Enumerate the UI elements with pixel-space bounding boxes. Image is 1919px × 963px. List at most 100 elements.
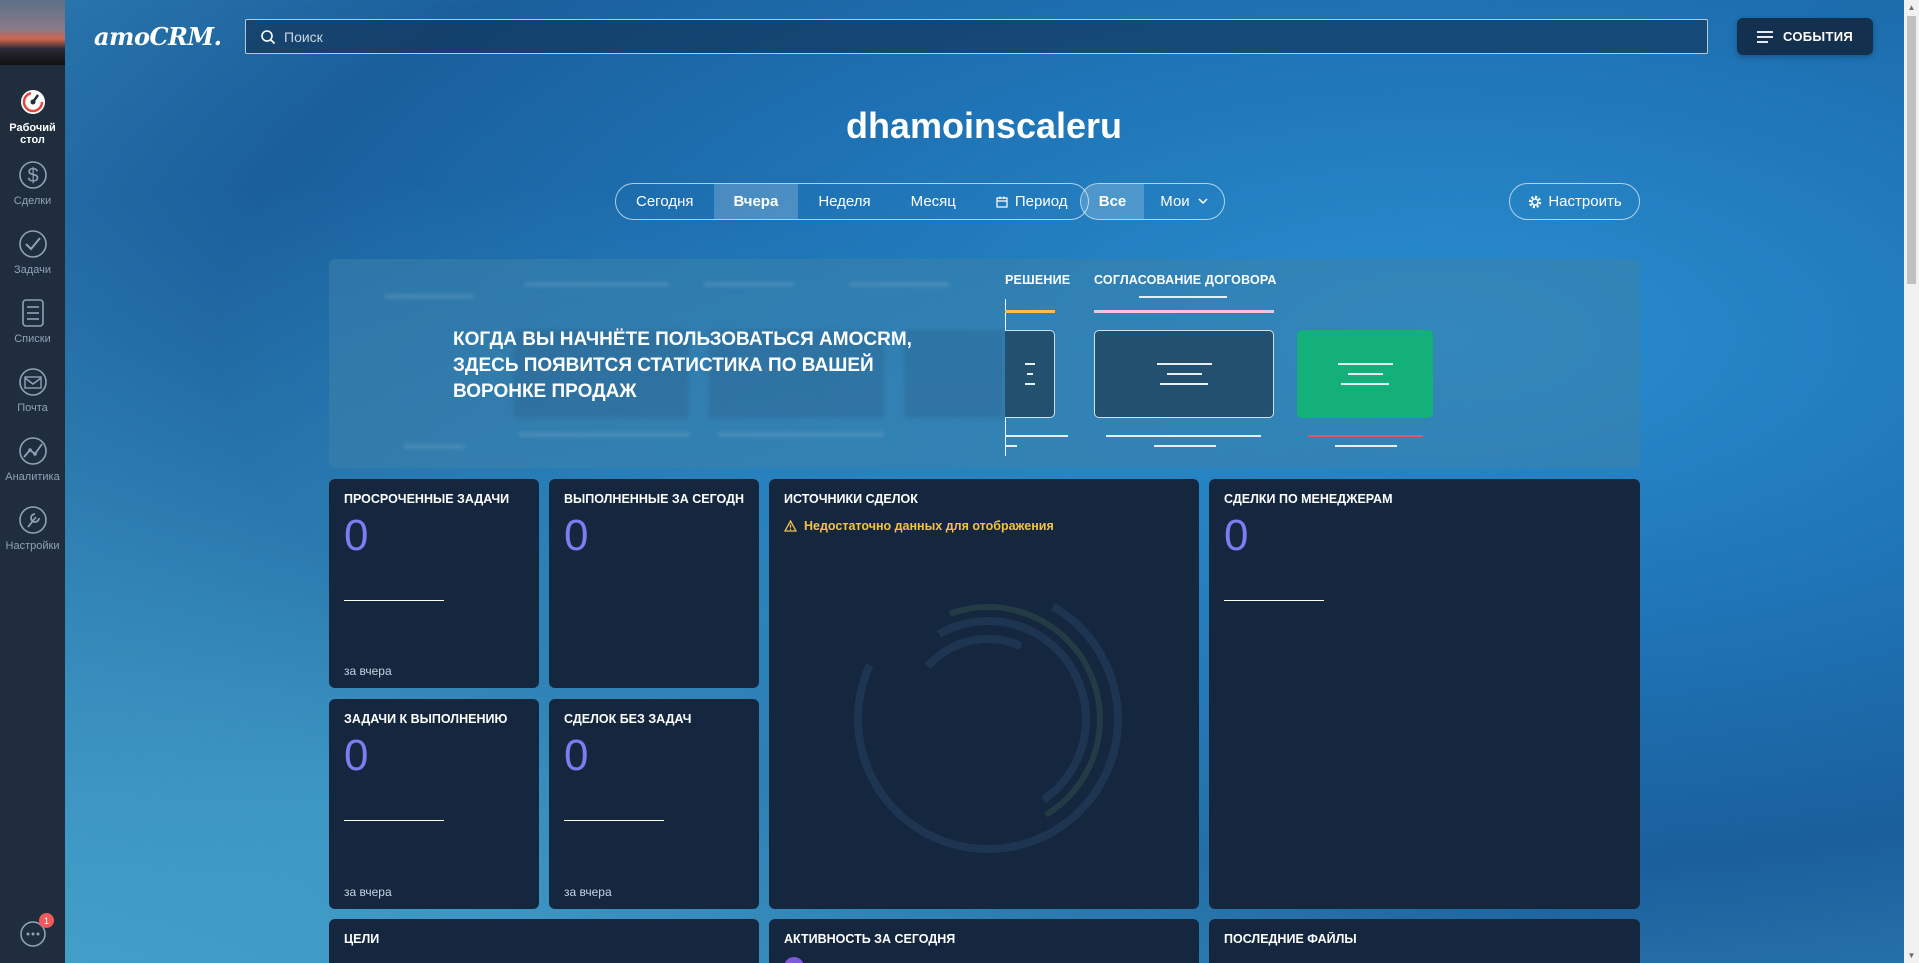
widget-done-today[interactable]: Выполненные за сегодня 0 <box>549 479 759 688</box>
scrollbar-thumb[interactable] <box>1907 16 1916 284</box>
insufficient-data-warning: Недостаточно данных для отображения <box>784 519 1184 533</box>
setup-label: Настроить <box>1548 193 1622 210</box>
sidebar-item-label: Списки <box>14 333 51 345</box>
sidebar-item-label: Сделки <box>13 195 52 207</box>
widget-title: Просроченные задачи <box>344 492 510 506</box>
page-title: dhamoinscaleru <box>845 105 1123 146</box>
stage-card-won[interactable] <box>1297 330 1433 418</box>
stage-card-decision[interactable] <box>1005 330 1055 418</box>
period-custom-label: Период <box>1014 193 1068 210</box>
sidebar-item-label: Почта <box>17 402 48 414</box>
analytics-icon <box>16 434 50 468</box>
period-week[interactable]: Неделя <box>798 184 890 219</box>
widget-divider <box>564 820 664 821</box>
stage-underline-decision-short <box>1005 445 1017 447</box>
period-today[interactable]: Сегодня <box>616 184 714 219</box>
list-icon <box>16 296 50 330</box>
stage-underline-contract-short <box>1154 445 1216 447</box>
widget-overdue-tasks[interactable]: Просроченные задачи 0 за вчера <box>329 479 539 688</box>
widget-tasks-to-do[interactable]: Задачи к выполнению 0 за вчера <box>329 699 539 909</box>
stage-bar-contract <box>1094 310 1274 313</box>
stage-label-underline <box>1139 296 1227 298</box>
widget-title: Последние файлы <box>1224 932 1357 946</box>
wrench-icon <box>16 503 50 537</box>
warning-icon <box>784 520 797 532</box>
widget-title: Сделки по менеджерам <box>1224 492 1393 506</box>
amocrm-logo[interactable]: amoCRM. <box>94 22 222 51</box>
stage-card-contract[interactable] <box>1094 330 1274 418</box>
widget-divider <box>344 600 444 601</box>
sidebar-item-deals[interactable]: $ Сделки <box>0 152 65 207</box>
widget-title: Выполненные за сегодня <box>564 492 744 506</box>
dollar-icon: $ <box>16 158 50 192</box>
gear-icon <box>1527 194 1543 210</box>
empty-donut-chart <box>854 585 1122 853</box>
svg-text:$: $ <box>27 165 38 187</box>
period-filter: Сегодня Вчера Неделя Месяц Период <box>615 183 1089 220</box>
widget-title: Сделок без задач <box>564 712 692 726</box>
events-label: СОБЫТИЯ <box>1783 29 1853 44</box>
stage-underline-won <box>1308 435 1423 437</box>
sidebar-item-lists[interactable]: Списки <box>0 290 65 345</box>
sidebar-item-mail[interactable]: Почта <box>0 359 65 414</box>
sidebar-item-analytics[interactable]: Аналитика <box>0 428 65 483</box>
widget-title: Цели <box>344 932 380 946</box>
owner-mine-dropdown[interactable]: Мои <box>1144 184 1224 219</box>
widget-footer: за вчера <box>344 664 392 678</box>
activity-avatar <box>784 957 804 963</box>
stage-label-decision: РЕШЕНИЕ <box>1005 273 1071 287</box>
user-avatar[interactable] <box>0 0 65 65</box>
widget-value: 0 <box>344 731 369 780</box>
setup-button[interactable]: Настроить <box>1509 183 1640 220</box>
owner-all[interactable]: Все <box>1081 184 1144 219</box>
widget-title: Задачи к выполнению <box>344 712 508 726</box>
widget-recent-files[interactable]: Последние файлы <box>1209 919 1640 963</box>
sidebar-item-tasks[interactable]: Задачи <box>0 221 65 276</box>
warning-text: Недостаточно данных для отображения <box>804 519 1054 533</box>
widget-divider <box>1224 600 1324 601</box>
stage-underline-contract <box>1106 435 1261 437</box>
widget-activity-today[interactable]: Активность за сегодня <box>769 919 1199 963</box>
mail-icon <box>16 365 50 399</box>
widget-deal-sources[interactable]: Источники сделок Недостаточно данных для… <box>769 479 1199 909</box>
widget-value: 0 <box>1224 511 1249 560</box>
scroll-up-arrow-icon[interactable]: ▲ <box>1907 3 1916 12</box>
owner-filter: Все Мои <box>1080 183 1225 220</box>
chevron-down-icon <box>1198 198 1208 205</box>
stage-underline-won-short <box>1335 445 1397 447</box>
widget-divider <box>344 820 444 821</box>
calendar-icon <box>996 196 1008 208</box>
funnel-empty-message: Когда вы начнёте пользоваться amoCRM, зд… <box>453 329 912 402</box>
page-scrollbar[interactable]: ▲ ▼ <box>1904 0 1919 963</box>
events-button[interactable]: СОБЫТИЯ <box>1737 18 1873 55</box>
widget-title: Активность за сегодня <box>784 932 956 946</box>
widget-deals-without-tasks[interactable]: Сделок без задач 0 за вчера <box>549 699 759 909</box>
widget-title: Источники сделок <box>784 492 918 506</box>
period-custom[interactable]: Период <box>976 184 1088 219</box>
period-month[interactable]: Месяц <box>891 184 976 219</box>
widget-value: 0 <box>564 511 589 560</box>
widget-footer: за вчера <box>344 885 392 899</box>
sidebar-item-settings[interactable]: Настройки <box>0 497 65 552</box>
owner-mine-label: Мои <box>1160 193 1190 210</box>
stage-label-contract: СОГЛАСОВАНИЕ ДОГОВОРА <box>1094 273 1277 287</box>
widget-value: 0 <box>344 511 369 560</box>
search-bar[interactable] <box>245 19 1708 54</box>
widget-deals-by-managers[interactable]: Сделки по менеджерам 0 <box>1209 479 1640 909</box>
widget-footer: за вчера <box>564 885 612 899</box>
sales-funnel-panel: Когда вы начнёте пользоваться amoCRM, зд… <box>329 259 1640 468</box>
stage-underline-decision <box>1005 435 1068 437</box>
widget-goals[interactable]: Цели <box>329 919 759 963</box>
chat-notification-badge: 1 <box>39 913 54 928</box>
scroll-down-arrow-icon[interactable]: ▼ <box>1907 951 1916 960</box>
sidebar-item-label: Задачи <box>14 264 51 276</box>
stage-bar-decision <box>1005 310 1055 313</box>
search-icon <box>260 29 276 45</box>
checkmark-icon <box>16 227 50 261</box>
search-input[interactable] <box>284 28 1707 45</box>
sidebar-item-label: Аналитика <box>5 471 60 483</box>
widget-value: 0 <box>564 731 589 780</box>
chat-button[interactable]: 1 <box>16 913 54 951</box>
period-yesterday[interactable]: Вчера <box>713 184 799 219</box>
menu-icon <box>1757 30 1773 43</box>
